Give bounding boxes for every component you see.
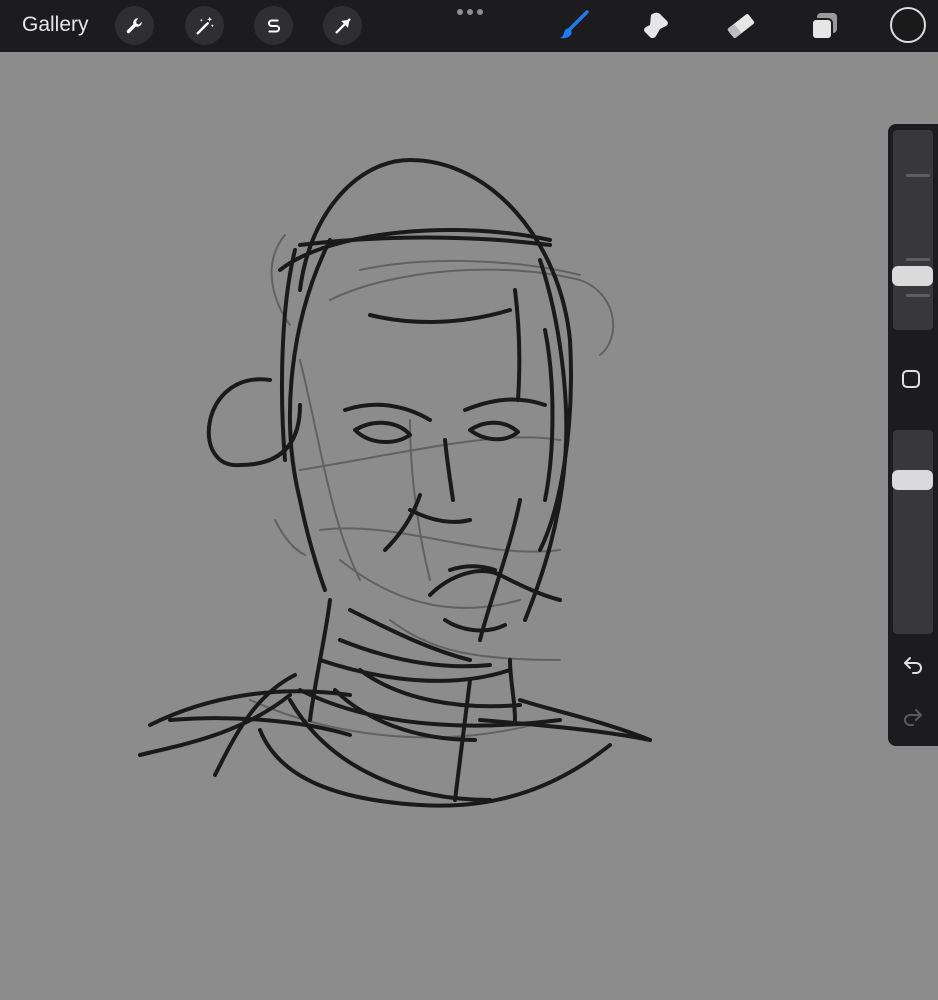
smudge-icon — [644, 12, 668, 39]
transform-arrow-icon — [334, 17, 351, 34]
layers-icon — [811, 13, 837, 40]
top-toolbar: Gallery — [0, 0, 938, 52]
sketch-drawing — [138, 158, 652, 808]
redo-arrow-icon[interactable] — [901, 704, 925, 728]
more-options-button[interactable] — [455, 6, 485, 18]
undo-arrow-icon[interactable] — [901, 652, 925, 676]
selection-s-icon — [267, 18, 280, 33]
eraser-tool-button[interactable] — [723, 8, 759, 44]
wrench-icon — [126, 17, 142, 33]
adjustments-button[interactable] — [185, 6, 224, 45]
opacity-handle[interactable] — [892, 470, 933, 490]
brush-size-slider[interactable] — [893, 130, 933, 330]
brush-icon — [560, 10, 589, 39]
dot-icon — [457, 9, 463, 15]
dot-icon — [467, 9, 473, 15]
color-picker-button[interactable] — [890, 7, 926, 43]
actions-button[interactable] — [115, 6, 154, 45]
brush-tool-button[interactable] — [556, 8, 592, 44]
drawing-canvas[interactable] — [0, 52, 938, 1000]
side-toolbar — [888, 124, 938, 746]
selection-button[interactable] — [254, 6, 293, 45]
slider-tick — [906, 294, 930, 297]
opacity-slider[interactable] — [893, 430, 933, 634]
slider-tick — [906, 258, 930, 261]
slider-tick — [906, 174, 930, 177]
brush-size-handle[interactable] — [892, 266, 933, 286]
gallery-button[interactable]: Gallery — [22, 13, 89, 37]
modify-button[interactable] — [902, 370, 920, 388]
eraser-icon — [727, 14, 755, 38]
dot-icon — [477, 9, 483, 15]
transform-button[interactable] — [323, 6, 362, 45]
smudge-tool-button[interactable] — [638, 8, 674, 44]
layers-button[interactable] — [806, 8, 842, 44]
magic-wand-icon — [195, 16, 214, 35]
